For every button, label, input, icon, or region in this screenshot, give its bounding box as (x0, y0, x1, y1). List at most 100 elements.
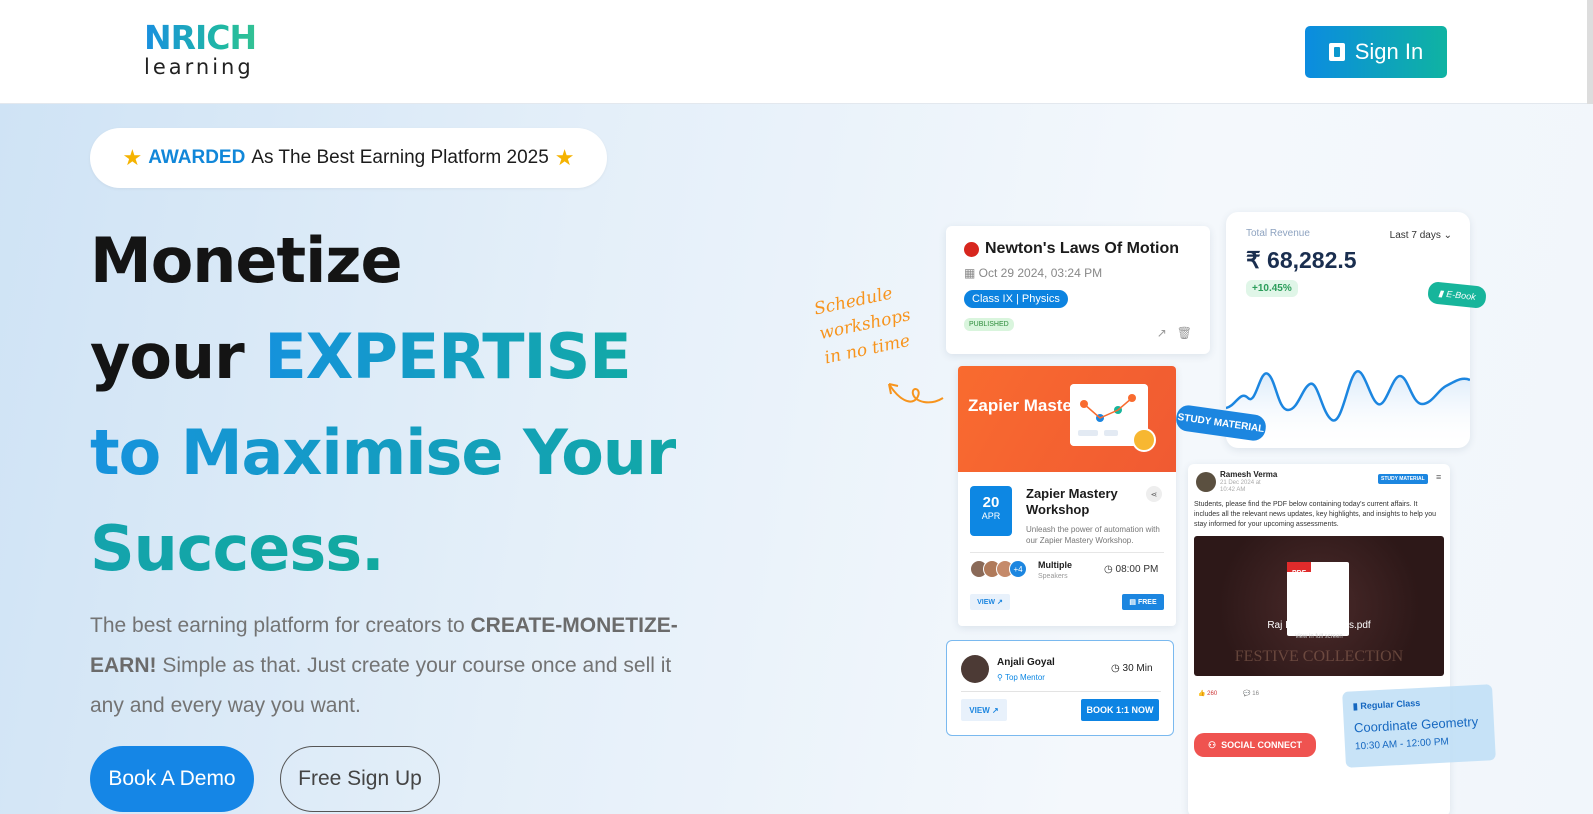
award-highlight: AWARDED (148, 147, 246, 168)
social-connect-label: SOCIAL CONNECT (1221, 740, 1302, 750)
divider (961, 691, 1161, 692)
workshop-month: APR (981, 511, 1001, 521)
book-session-button[interactable]: BOOK 1:1 NOW (1081, 699, 1159, 721)
chevron-down-icon: ⌄ (1443, 230, 1452, 241)
logo-wordmark: NRICH (144, 20, 274, 56)
mentor-role-text: Top Mentor (1004, 673, 1045, 682)
ebook-label: E-Book (1445, 288, 1477, 302)
hero-heading-line4: Success. (90, 512, 385, 585)
users-icon: ⚇ (1208, 739, 1217, 750)
duration-text: 30 Min (1122, 663, 1153, 674)
session-duration: ◷ 30 Min (1111, 663, 1153, 674)
file-name: Raj IAS Daily News.pdf (1267, 620, 1371, 631)
period-label: Last 7 days (1389, 230, 1441, 241)
view-label: VIEW (977, 598, 996, 606)
free-label: FREE (1137, 598, 1157, 606)
site-header: NRICH learning Sign In (0, 0, 1593, 104)
lesson-card[interactable]: Newton's Laws Of Motion ▦ Oct 29 2024, 0… (946, 226, 1210, 354)
period-dropdown[interactable]: Last 7 days ⌄ (1390, 230, 1452, 241)
workshop-time: ◷ 08:00 PM (1104, 564, 1158, 575)
mentor-card[interactable]: Anjali Goyal ⚲ Top Mentor ◷ 30 Min VIEW … (946, 640, 1174, 736)
desc-part2: Simple as that. Just create your course … (90, 654, 672, 717)
comment-button[interactable]: 💬 16 (1243, 690, 1259, 697)
workshop-card[interactable]: Zapier Mastery 20 APR Zapier Mastery Wor… (958, 366, 1176, 626)
lesson-class-tag: Class IX | Physics (964, 290, 1068, 308)
background-text: FESTIVE COLLECTION (1234, 648, 1404, 665)
post-stats: 👍 260 💬 16 (1198, 690, 1259, 697)
free-badge[interactable]: ▤ FREE (1122, 594, 1164, 610)
avatar (961, 655, 989, 683)
workshop-time-text: 08:00 PM (1115, 564, 1159, 575)
thumbs-up-icon: 👍 (1198, 691, 1208, 697)
badge-icon: ⚲ (997, 673, 1005, 682)
post-text: Students, please find the PDF below cont… (1194, 501, 1437, 528)
published-badge: PUBLISHED (964, 318, 1014, 331)
lesson-title: Newton's Laws Of Motion (985, 240, 1180, 257)
class-card: ▮ Regular Class Coordinate Geometry 10:3… (1342, 684, 1496, 768)
mentor-role: ⚲ Top Mentor (997, 673, 1045, 682)
workshop-banner: Zapier Mastery (958, 366, 1176, 472)
comment-count: 16 (1252, 691, 1259, 697)
book-icon: ▮ (1437, 287, 1444, 299)
class-badge: ▮ Regular Class (1353, 695, 1483, 713)
schedule-note: Schedule workshops in no time (812, 279, 918, 372)
award-badge-icon (1132, 428, 1156, 452)
clock-icon: ◷ (1104, 564, 1116, 575)
workshop-date: 20 APR (970, 486, 1012, 536)
sign-in-button[interactable]: Sign In (1305, 26, 1447, 78)
more-speakers-badge: +4 (1009, 560, 1027, 578)
hero-heading-your: your (90, 320, 265, 393)
star-icon: ★ (554, 145, 575, 170)
pdf-preview[interactable]: FESTIVE COLLECTION PDF Raj IAS Daily New… (1194, 536, 1444, 676)
desc-part1: The best earning platform for creators t… (90, 614, 471, 637)
book-demo-button[interactable]: Book A Demo (90, 746, 254, 812)
share-icon[interactable]: ⋖ (1146, 486, 1162, 502)
star-icon: ★ (122, 145, 143, 170)
calendar-icon: ▦ (964, 266, 979, 280)
scrollbar[interactable] (1587, 0, 1593, 104)
mentor-name: Anjali Goyal (997, 657, 1055, 668)
trash-icon[interactable]: 🗑 (1177, 326, 1192, 340)
workshop-title: Zapier Mastery Workshop (1026, 486, 1118, 517)
revenue-card: Total Revenue Last 7 days ⌄ ₹ 68,282.5 +… (1226, 212, 1470, 448)
fullscreen-link[interactable]: view in full screen (1194, 634, 1444, 640)
lesson-actions: ↗ 🗑 (1157, 326, 1192, 340)
view-button[interactable]: VIEW ↗ (970, 594, 1010, 610)
view-button[interactable]: VIEW ↗ (961, 699, 1007, 721)
workshop-day: 20 (982, 494, 1000, 511)
lesson-date-text: Oct 29 2024, 03:24 PM (978, 266, 1103, 280)
speaker-avatars: +4 (970, 560, 1027, 578)
lesson-date: ▦ Oct 29 2024, 03:24 PM (964, 266, 1192, 280)
speakers-sub: Speakers (1038, 573, 1068, 580)
like-count: 260 (1207, 691, 1218, 697)
workshop-subtitle: Unleash the power of automation with our… (1026, 525, 1160, 545)
post-date: 21 Dec 2024 at 10:42 AM (1220, 480, 1261, 493)
divider (970, 552, 1164, 553)
hero-heading-line3: to Maximise Your (90, 416, 677, 489)
like-button[interactable]: 👍 260 (1198, 690, 1217, 697)
nrich-logo[interactable]: NRICH learning (144, 20, 274, 82)
award-text: As The Best Earning Platform 2025 (251, 147, 549, 168)
revenue-change-badge: +10.45% (1246, 280, 1298, 297)
hero-heading-expertise: EXPERTISE (264, 320, 631, 393)
pdf-label: PDF (1292, 570, 1306, 577)
clock-icon: ◷ (1111, 663, 1123, 674)
revenue-amount: ₹ 68,282.5 (1246, 247, 1357, 273)
lesson-title-row: Newton's Laws Of Motion (964, 240, 1192, 258)
social-connect-tag: ⚇ SOCIAL CONNECT (1194, 733, 1316, 757)
free-signup-button[interactable]: Free Sign Up (280, 746, 440, 812)
hero-section: ★ AWARDED As The Best Earning Platform 2… (0, 104, 1593, 814)
post-author: Ramesh Verma (1220, 470, 1278, 479)
award-badge: ★ AWARDED As The Best Earning Platform 2… (90, 128, 607, 188)
sign-in-label: Sign In (1354, 39, 1424, 64)
comment-icon: 💬 (1243, 691, 1253, 697)
class-badge-label: Regular Class (1360, 697, 1421, 712)
apple-icon (964, 241, 979, 257)
arrow-up-right-icon: ↗ (991, 705, 999, 715)
curly-arrow-icon (888, 383, 944, 404)
hero-heading-line2: your EXPERTISE (90, 320, 632, 393)
menu-icon[interactable]: ≡ (1436, 472, 1441, 482)
class-time: 10:30 AM - 12:00 PM (1354, 736, 1450, 753)
hero-description: The best earning platform for creators t… (90, 606, 710, 726)
external-link-icon[interactable]: ↗ (1157, 326, 1167, 340)
